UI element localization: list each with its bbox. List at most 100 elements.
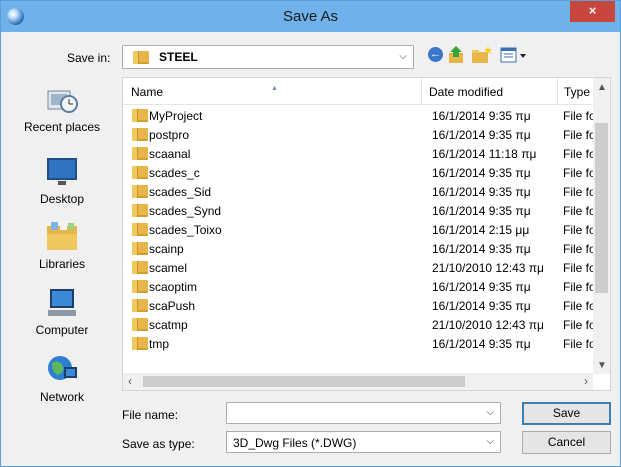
file-date: 21/10/2010 12:43 πμ — [432, 261, 544, 275]
computer-icon — [44, 286, 80, 320]
chevron-down-icon: ⌵ — [399, 51, 407, 62]
folder-icon — [132, 204, 148, 217]
file-date: 16/1/2014 9:35 πμ — [432, 109, 531, 123]
file-name: scades_Toixo — [149, 223, 222, 237]
file-date: 16/1/2014 2:15 μμ — [432, 223, 530, 237]
folder-icon — [132, 166, 148, 179]
save-as-type-value: 3D_Dwg Files (*.DWG) — [233, 436, 357, 450]
place-label: Libraries — [38, 257, 86, 271]
table-row[interactable]: scades_Synd 16/1/2014 9:35 πμ File fol — [123, 201, 593, 220]
table-row[interactable]: scades_Toixo 16/1/2014 2:15 μμ File fol — [123, 220, 593, 239]
file-date: 16/1/2014 9:35 πμ — [432, 204, 531, 218]
file-name-label: File name: — [122, 408, 179, 422]
file-date: 21/10/2010 12:43 πμ — [432, 318, 544, 332]
table-row[interactable]: postpro 16/1/2014 9:35 πμ File fol — [123, 125, 593, 144]
file-type: File fol — [563, 223, 593, 237]
save-as-type-select[interactable]: 3D_Dwg Files (*.DWG) ⌵ — [226, 431, 501, 453]
file-name: MyProject — [149, 109, 203, 123]
horizontal-scrollbar[interactable]: ‹ › — [123, 373, 593, 390]
place-desktop[interactable]: Desktop — [9, 155, 115, 206]
file-type: File fol — [563, 318, 593, 332]
scroll-right-icon[interactable]: › — [584, 374, 588, 388]
table-row[interactable]: scaPush 16/1/2014 9:35 πμ File fol — [123, 296, 593, 315]
file-name: scaPush — [149, 299, 196, 313]
file-name: scaanal — [149, 147, 191, 161]
cancel-button[interactable]: Cancel — [522, 431, 611, 454]
column-header-name[interactable]: Name — [131, 85, 163, 99]
title-bar: Save As × — [1, 1, 620, 32]
column-divider[interactable] — [421, 78, 422, 105]
save-as-dialog: Save As × Save in: STEEL ⌵ ← Recent plac… — [0, 0, 621, 467]
libraries-icon — [44, 220, 80, 254]
place-computer[interactable]: Computer — [9, 286, 115, 337]
sort-ascending-icon: ▲ — [271, 85, 278, 92]
new-folder-icon[interactable] — [471, 45, 492, 65]
file-date: 16/1/2014 9:35 πμ — [432, 299, 531, 313]
folder-icon — [132, 147, 148, 160]
table-row[interactable]: MyProject 16/1/2014 9:35 πμ File fol — [123, 106, 593, 125]
file-type: File fol — [563, 299, 593, 313]
file-date: 16/1/2014 11:18 πμ — [432, 147, 537, 161]
file-type: File fol — [563, 166, 593, 180]
table-row[interactable]: scaoptim 16/1/2014 9:35 πμ File fol — [123, 277, 593, 296]
file-name: scades_c — [149, 166, 200, 180]
table-row[interactable]: scatmp 21/10/2010 12:43 πμ File fol — [123, 315, 593, 334]
scroll-down-icon[interactable]: ▼ — [597, 360, 607, 371]
place-network[interactable]: Network — [9, 353, 115, 404]
recent-places-icon — [44, 83, 80, 117]
column-divider[interactable] — [557, 78, 558, 105]
column-header-type[interactable]: Type — [564, 85, 590, 99]
file-type: File fol — [563, 185, 593, 199]
column-header-date[interactable]: Date modified — [429, 85, 503, 99]
file-date: 16/1/2014 9:35 πμ — [432, 337, 531, 351]
save-in-dropdown[interactable]: STEEL ⌵ — [122, 45, 414, 69]
table-row[interactable]: scades_Sid 16/1/2014 9:35 πμ File fol — [123, 182, 593, 201]
chevron-down-icon: ⌵ — [486, 436, 494, 447]
folder-icon — [132, 185, 148, 198]
file-type: File fol — [563, 147, 593, 161]
view-menu-icon[interactable] — [499, 45, 529, 65]
folder-icon — [132, 299, 148, 312]
place-label: Desktop — [39, 192, 85, 206]
file-list: Name ▲ Date modified Type MyProject 16/1/… — [122, 77, 611, 391]
network-icon — [44, 353, 80, 387]
file-name: scamel — [149, 261, 188, 275]
file-type: File fol — [563, 337, 593, 351]
table-row[interactable]: scades_c 16/1/2014 9:35 πμ File fol — [123, 163, 593, 182]
table-row[interactable]: scamel 21/10/2010 12:43 πμ File fol — [123, 258, 593, 277]
place-label: Network — [39, 390, 84, 404]
place-label: Computer — [35, 323, 89, 337]
vertical-scroll-thumb[interactable] — [595, 123, 608, 293]
vertical-scrollbar[interactable]: ▲ ▼ — [593, 78, 610, 374]
table-row[interactable]: scaanal 16/1/2014 11:18 πμ File fol — [123, 144, 593, 163]
chevron-down-icon[interactable]: ⌵ — [486, 407, 494, 418]
table-row[interactable]: tmp 16/1/2014 9:35 πμ File fol — [123, 334, 593, 353]
up-folder-icon[interactable] — [447, 45, 467, 65]
table-row[interactable]: scainp 16/1/2014 9:35 πμ File fol — [123, 239, 593, 258]
folder-icon — [132, 242, 148, 255]
folder-icon — [132, 109, 148, 122]
place-recent-places[interactable]: Recent places — [9, 83, 115, 134]
folder-icon — [132, 337, 148, 350]
file-name: scades_Sid — [149, 185, 212, 199]
horizontal-scroll-thumb[interactable] — [143, 376, 465, 387]
place-libraries[interactable]: Libraries — [9, 220, 115, 271]
close-button[interactable]: × — [570, 1, 615, 22]
window-title: Save As — [282, 8, 339, 25]
folder-icon — [132, 280, 148, 293]
folder-icon — [132, 261, 148, 274]
file-name: postpro — [149, 128, 190, 142]
back-icon[interactable]: ← — [427, 45, 447, 65]
file-type: File fol — [563, 128, 593, 142]
file-name: tmp — [149, 337, 170, 351]
save-button[interactable]: Save — [522, 402, 611, 425]
file-name-field[interactable]: ⌵ — [226, 402, 501, 424]
scroll-left-icon[interactable]: ‹ — [128, 374, 132, 388]
file-type: File fol — [563, 109, 593, 123]
save-in-value: STEEL — [159, 50, 198, 64]
file-date: 16/1/2014 9:35 πμ — [432, 280, 531, 294]
desktop-icon — [44, 155, 80, 189]
file-name: scaoptim — [149, 280, 198, 294]
file-type: File fol — [563, 204, 593, 218]
scroll-up-icon[interactable]: ▲ — [597, 82, 607, 93]
